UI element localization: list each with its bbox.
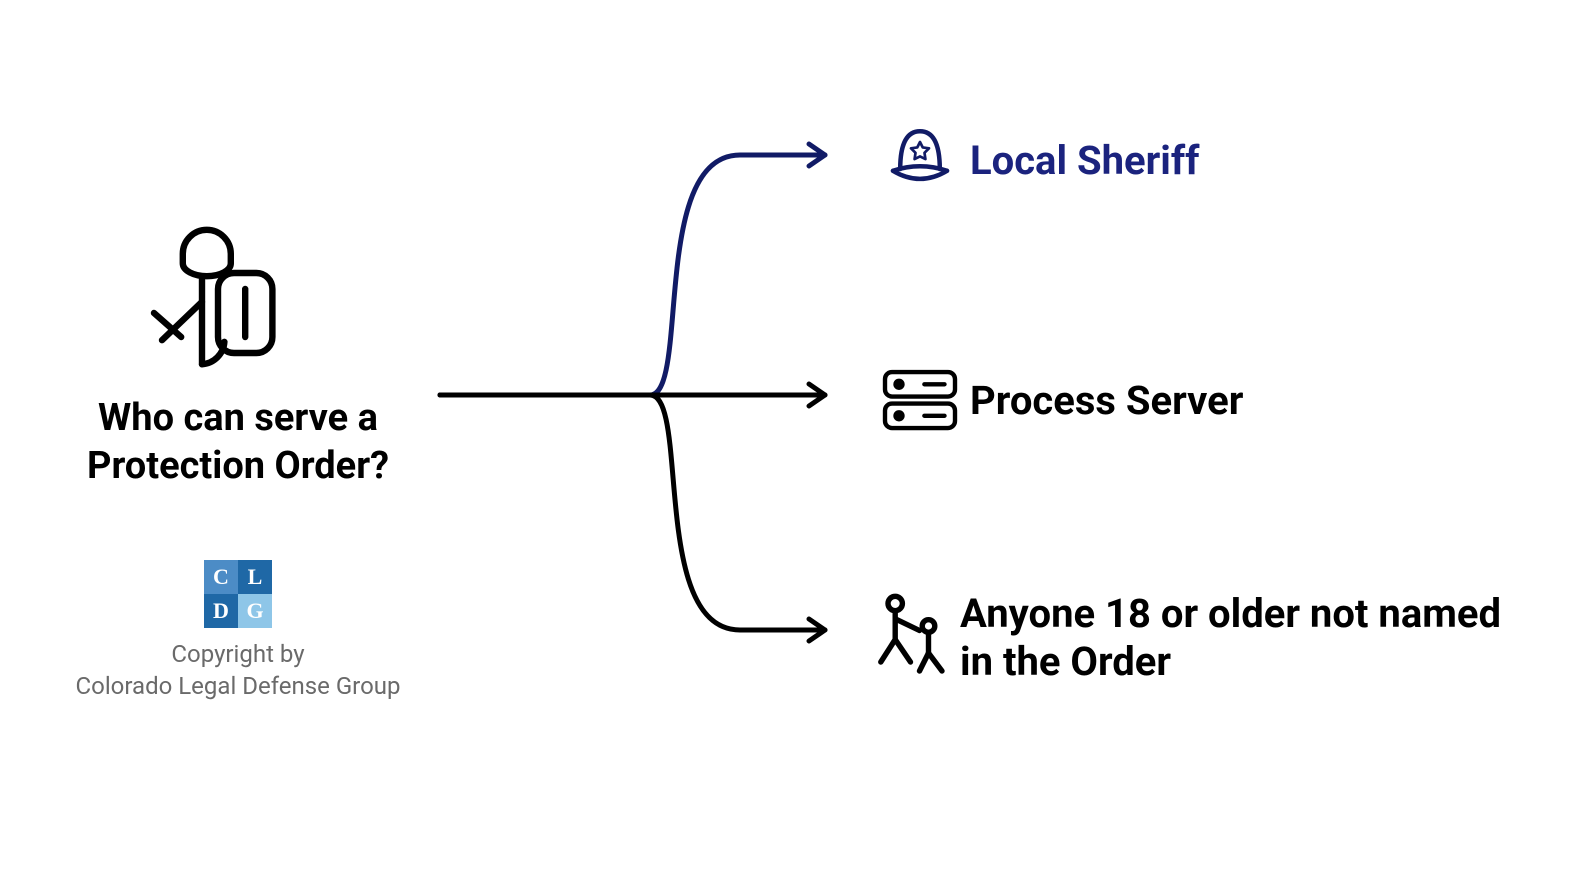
server-icon: [875, 365, 965, 435]
option-anyone-18: Anyone 18 or older not named in the Orde…: [870, 590, 1520, 686]
handoff-people-icon: [870, 590, 960, 680]
diagram-canvas: Who can serve a Protection Order? C L D …: [0, 0, 1596, 892]
logo-letter-g: G: [238, 594, 272, 628]
copyright-line-1: Copyright by: [171, 640, 304, 668]
copyright-line-2: Colorado Legal Defense Group: [76, 672, 401, 700]
sheriff-hat-icon: [875, 115, 965, 205]
cldg-logo: C L D G: [204, 560, 272, 628]
logo-letter-c: C: [204, 560, 238, 594]
option-sheriff-label: Local Sheriff: [970, 137, 1200, 184]
copyright-text: Copyright by Colorado Legal Defense Grou…: [68, 638, 408, 703]
option-process-server-label: Process Server: [970, 377, 1243, 424]
riot-police-icon: [130, 225, 290, 385]
diagram-title: Who can serve a Protection Order?: [68, 395, 408, 490]
option-sheriff: Local Sheriff: [870, 115, 1200, 205]
copyright-block: C L D G Copyright by Colorado Legal Defe…: [68, 560, 408, 703]
logo-letter-d: D: [204, 594, 238, 628]
option-process-server: Process Server: [870, 365, 1243, 435]
logo-letter-l: L: [238, 560, 272, 594]
option-anyone-18-label: Anyone 18 or older not named in the Orde…: [960, 590, 1520, 686]
